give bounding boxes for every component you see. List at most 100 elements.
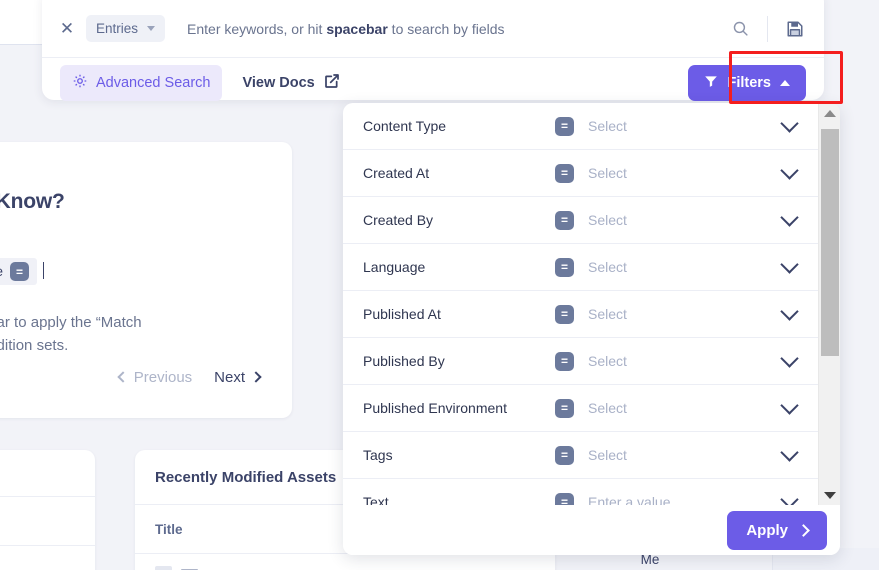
equals-operator-icon[interactable]: = — [555, 116, 574, 136]
apply-label: Apply — [746, 521, 788, 539]
scroll-down-arrow-icon[interactable] — [819, 485, 840, 505]
search-input[interactable]: Enter keywords, or hit spacebar to searc… — [187, 21, 727, 37]
filter-label: Published By — [363, 353, 445, 369]
apply-button[interactable]: Apply — [727, 510, 827, 550]
filter-value[interactable]: Select — [588, 447, 783, 463]
text-cursor — [43, 262, 45, 279]
equals-operator-icon[interactable]: = — [555, 304, 574, 324]
assets-table-row[interactable] — [135, 554, 555, 570]
search-actions — [727, 15, 808, 42]
search-scope-dropdown[interactable]: Entries — [86, 15, 166, 42]
filter-row[interactable]: Created At = Select — [343, 150, 818, 197]
equals-operator-icon[interactable]: = — [555, 210, 574, 230]
asset-thumbnail-icon — [155, 565, 172, 570]
filter-value[interactable]: Select — [588, 400, 783, 416]
filter-row[interactable]: Created By = Select — [343, 197, 818, 244]
next-button[interactable]: Next — [214, 368, 262, 386]
chevron-down-icon[interactable] — [780, 207, 799, 227]
filter-value[interactable]: Select — [588, 212, 783, 228]
filters-scrollbar[interactable] — [818, 103, 840, 505]
filter-label: Published At — [363, 306, 441, 322]
equals-operator-icon: = — [10, 262, 30, 281]
search-row: ✕ Entries Enter keywords, or hit spaceba… — [42, 0, 824, 58]
filter-value[interactable]: Select — [588, 353, 783, 369]
filter-label: Language — [363, 259, 426, 275]
filter-row[interactable]: Published By = Select — [343, 338, 818, 385]
left-table-card: At — [0, 450, 95, 570]
did-you-know-body: the search bar to apply the “Matchtch An… — [0, 314, 142, 355]
external-link-icon — [324, 73, 340, 93]
filters-footer: Apply — [343, 505, 840, 555]
chevron-down-icon[interactable] — [780, 442, 799, 462]
equals-operator-icon[interactable]: = — [555, 445, 574, 465]
did-you-know-chip-row: Content Type = — [0, 258, 260, 285]
triangle-up — [824, 109, 836, 117]
triangle-down — [824, 491, 836, 499]
chevron-right-icon — [797, 523, 810, 537]
placeholder-suffix: to search by fields — [387, 20, 505, 37]
previous-button[interactable]: Previous — [117, 368, 193, 386]
filter-label: Text — [363, 494, 389, 505]
filter-row[interactable]: Language = Select — [343, 244, 818, 291]
filter-label: Published Environment — [363, 400, 507, 416]
save-floppy-icon[interactable] — [782, 16, 808, 42]
filters-button[interactable]: Filters — [688, 65, 806, 101]
equals-operator-icon[interactable]: = — [555, 163, 574, 183]
filter-row[interactable]: Content Type = Select — [343, 103, 818, 150]
filter-row[interactable]: Text = Enter a value — [343, 479, 818, 505]
chevron-down-icon[interactable] — [780, 113, 799, 133]
chevron-down-icon[interactable] — [780, 348, 799, 368]
scrollbar-thumb[interactable] — [821, 129, 839, 356]
placeholder-bold: spacebar — [326, 20, 388, 37]
search-icon[interactable] — [727, 16, 753, 42]
search-card: ✕ Entries Enter keywords, or hit spaceba… — [42, 0, 824, 101]
app-root: Did You Know? Content Type = the search … — [0, 0, 879, 570]
filter-value[interactable]: Select — [588, 165, 783, 181]
filter-value[interactable]: Select — [588, 259, 783, 275]
equals-operator-icon[interactable]: = — [555, 492, 574, 505]
funnel-icon — [704, 74, 718, 92]
equals-operator-icon[interactable]: = — [555, 398, 574, 418]
toolbar-row: Advanced Search View Docs Filters — [42, 58, 824, 108]
chevron-up-icon — [780, 80, 790, 86]
previous-label: Previous — [133, 368, 193, 386]
equals-operator-icon[interactable]: = — [555, 257, 574, 277]
filter-row[interactable]: Tags = Select — [343, 432, 818, 479]
content-type-chip: Content Type = — [0, 258, 38, 285]
did-you-know-footer: Previous Next — [0, 366, 262, 388]
did-you-know-card: Did You Know? Content Type = the search … — [0, 142, 292, 418]
action-separator — [767, 15, 768, 42]
did-you-know-nav: Previous Next — [117, 368, 262, 386]
next-label: Next — [214, 368, 245, 386]
placeholder-prefix: Enter keywords, or hit — [187, 20, 327, 37]
chevron-down-icon[interactable] — [780, 160, 799, 180]
filter-value[interactable]: Select — [588, 118, 783, 134]
chevron-down-icon[interactable] — [780, 301, 799, 321]
filter-value[interactable]: Select — [588, 306, 783, 322]
filters-list: Content Type = Select Created At = Selec… — [343, 103, 818, 505]
search-scope-label: Entries — [96, 21, 139, 36]
filter-label: Created By — [363, 212, 434, 228]
chevron-right-icon — [250, 371, 262, 383]
filters-dropdown-panel: Content Type = Select Created At = Selec… — [343, 103, 840, 555]
chevron-down-icon[interactable] — [780, 489, 799, 505]
filter-value[interactable]: Enter a value — [588, 494, 783, 505]
close-icon[interactable]: ✕ — [54, 16, 80, 42]
chevron-left-icon — [117, 371, 129, 383]
equals-operator-icon[interactable]: = — [555, 351, 574, 371]
filter-row[interactable]: Published At = Select — [343, 291, 818, 338]
chevron-down-icon[interactable] — [780, 395, 799, 415]
left-table-column-header: At — [0, 497, 95, 546]
filter-row[interactable]: Published Environment = Select — [343, 385, 818, 432]
left-table-header — [0, 450, 95, 497]
view-docs-button[interactable]: View Docs — [242, 73, 339, 93]
advanced-search-label: Advanced Search — [96, 75, 211, 91]
filter-label: Tags — [363, 447, 393, 463]
chip-label: Content Type — [0, 264, 3, 279]
chevron-down-icon[interactable] — [780, 254, 799, 274]
filter-label: Created At — [363, 165, 430, 181]
gear-icon — [72, 73, 88, 93]
advanced-search-button[interactable]: Advanced Search — [60, 65, 223, 101]
view-docs-label: View Docs — [242, 75, 315, 91]
scroll-up-arrow-icon[interactable] — [819, 103, 840, 123]
